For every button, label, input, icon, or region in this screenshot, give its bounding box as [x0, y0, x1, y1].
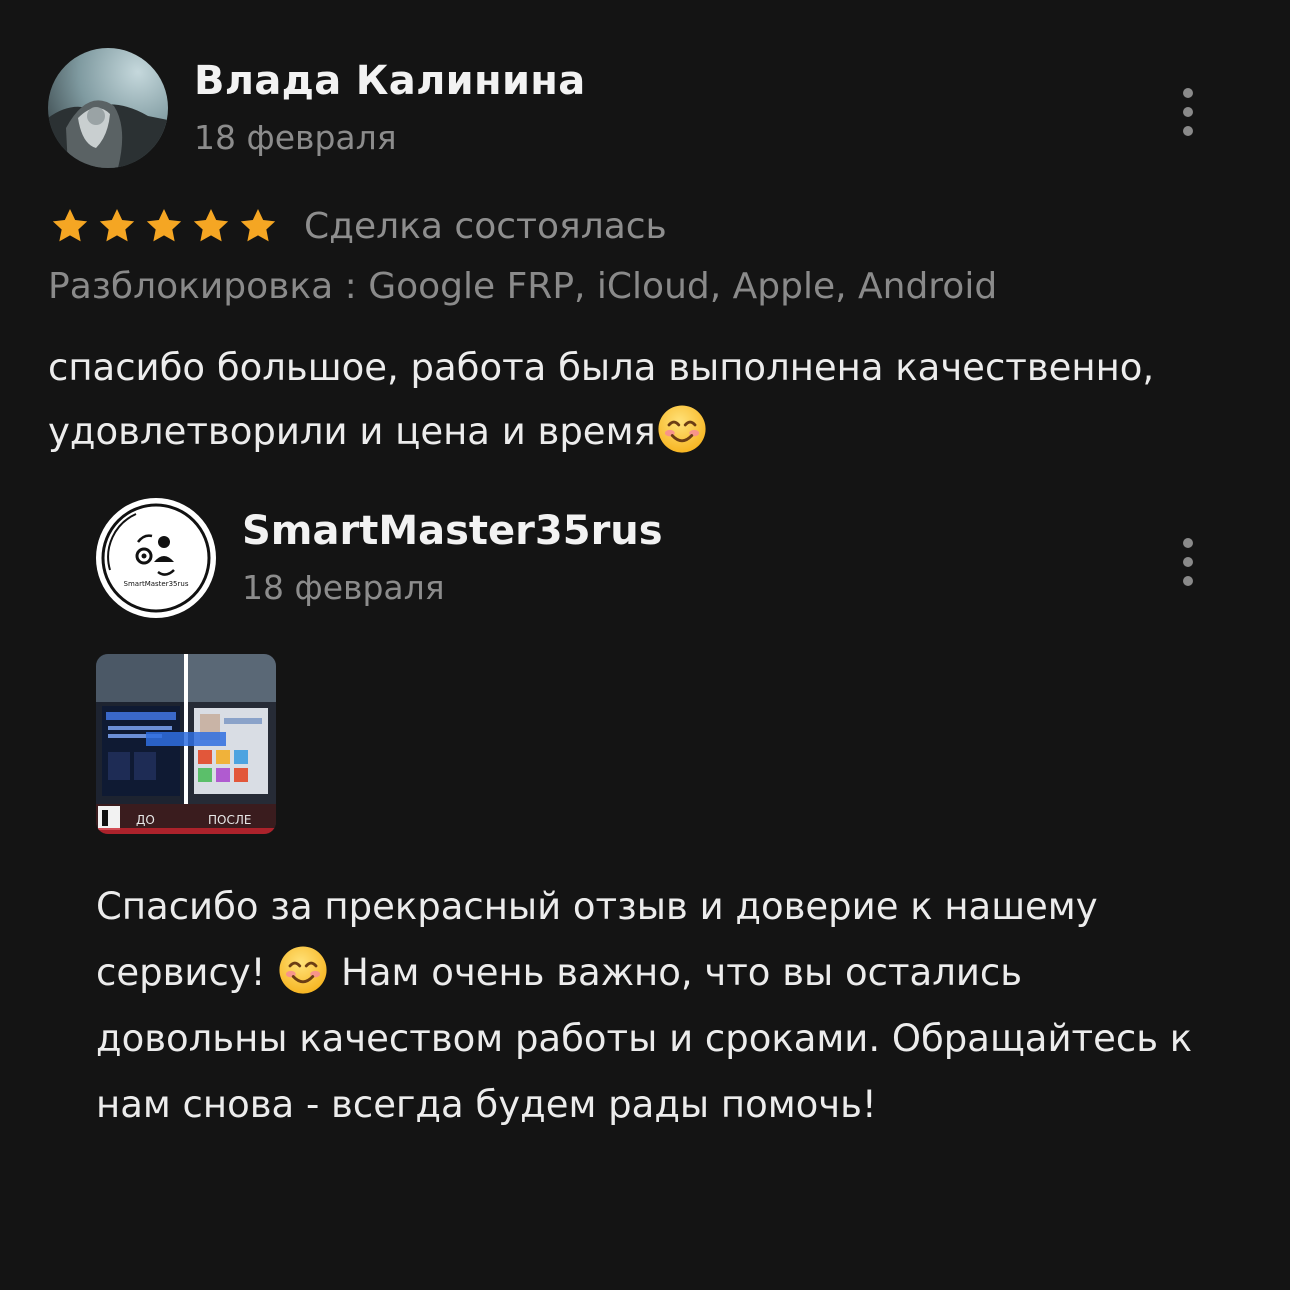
- service-name: Разблокировка : Google FRP, iCloud, Appl…: [48, 266, 998, 307]
- deal-status: Сделка состоялась: [304, 205, 667, 247]
- star-icon: [52, 209, 88, 242]
- photo-before-label: ДО: [136, 813, 155, 827]
- reply-menu-button[interactable]: [1176, 538, 1200, 586]
- seller-avatar[interactable]: SmartMaster35rus: [96, 498, 216, 618]
- star-icon: [240, 209, 276, 242]
- seller-name[interactable]: SmartMaster35rus: [242, 508, 663, 554]
- reply-text: Спасибо за прекрасный отзыв и доверие к …: [96, 874, 1196, 1138]
- review-menu-button[interactable]: [1176, 88, 1200, 136]
- review-text-body: спасибо большое, работа была выполнена к…: [48, 346, 1155, 453]
- author-name[interactable]: Влада Калинина: [194, 58, 586, 104]
- smiling-face-emoji-icon: [279, 946, 327, 994]
- star-rating: [50, 206, 278, 246]
- reply-date: 18 февраля: [242, 568, 445, 607]
- reply-photo-thumbnail[interactable]: ДО ПОСЛЕ: [96, 654, 276, 834]
- star-icon: [146, 209, 182, 242]
- star-icon: [193, 209, 229, 242]
- more-vertical-icon: [1183, 88, 1193, 98]
- seller-reply: SmartMaster35rus SmartMaster35rus 18 фев…: [96, 498, 1208, 1198]
- more-vertical-icon: [1183, 538, 1193, 548]
- author-avatar[interactable]: [48, 48, 168, 168]
- rating-row: Сделка состоялась: [50, 200, 667, 252]
- star-icon: [99, 209, 135, 242]
- photo-after-label: ПОСЛЕ: [208, 813, 251, 827]
- review-text: спасибо большое, работа была выполнена к…: [48, 336, 1168, 464]
- review-date: 18 февраля: [194, 118, 397, 157]
- smiling-face-emoji-icon: [658, 405, 706, 453]
- review-header: Влада Калинина 18 февраля: [48, 48, 1208, 172]
- seller-logo-text: SmartMaster35rus: [124, 580, 189, 588]
